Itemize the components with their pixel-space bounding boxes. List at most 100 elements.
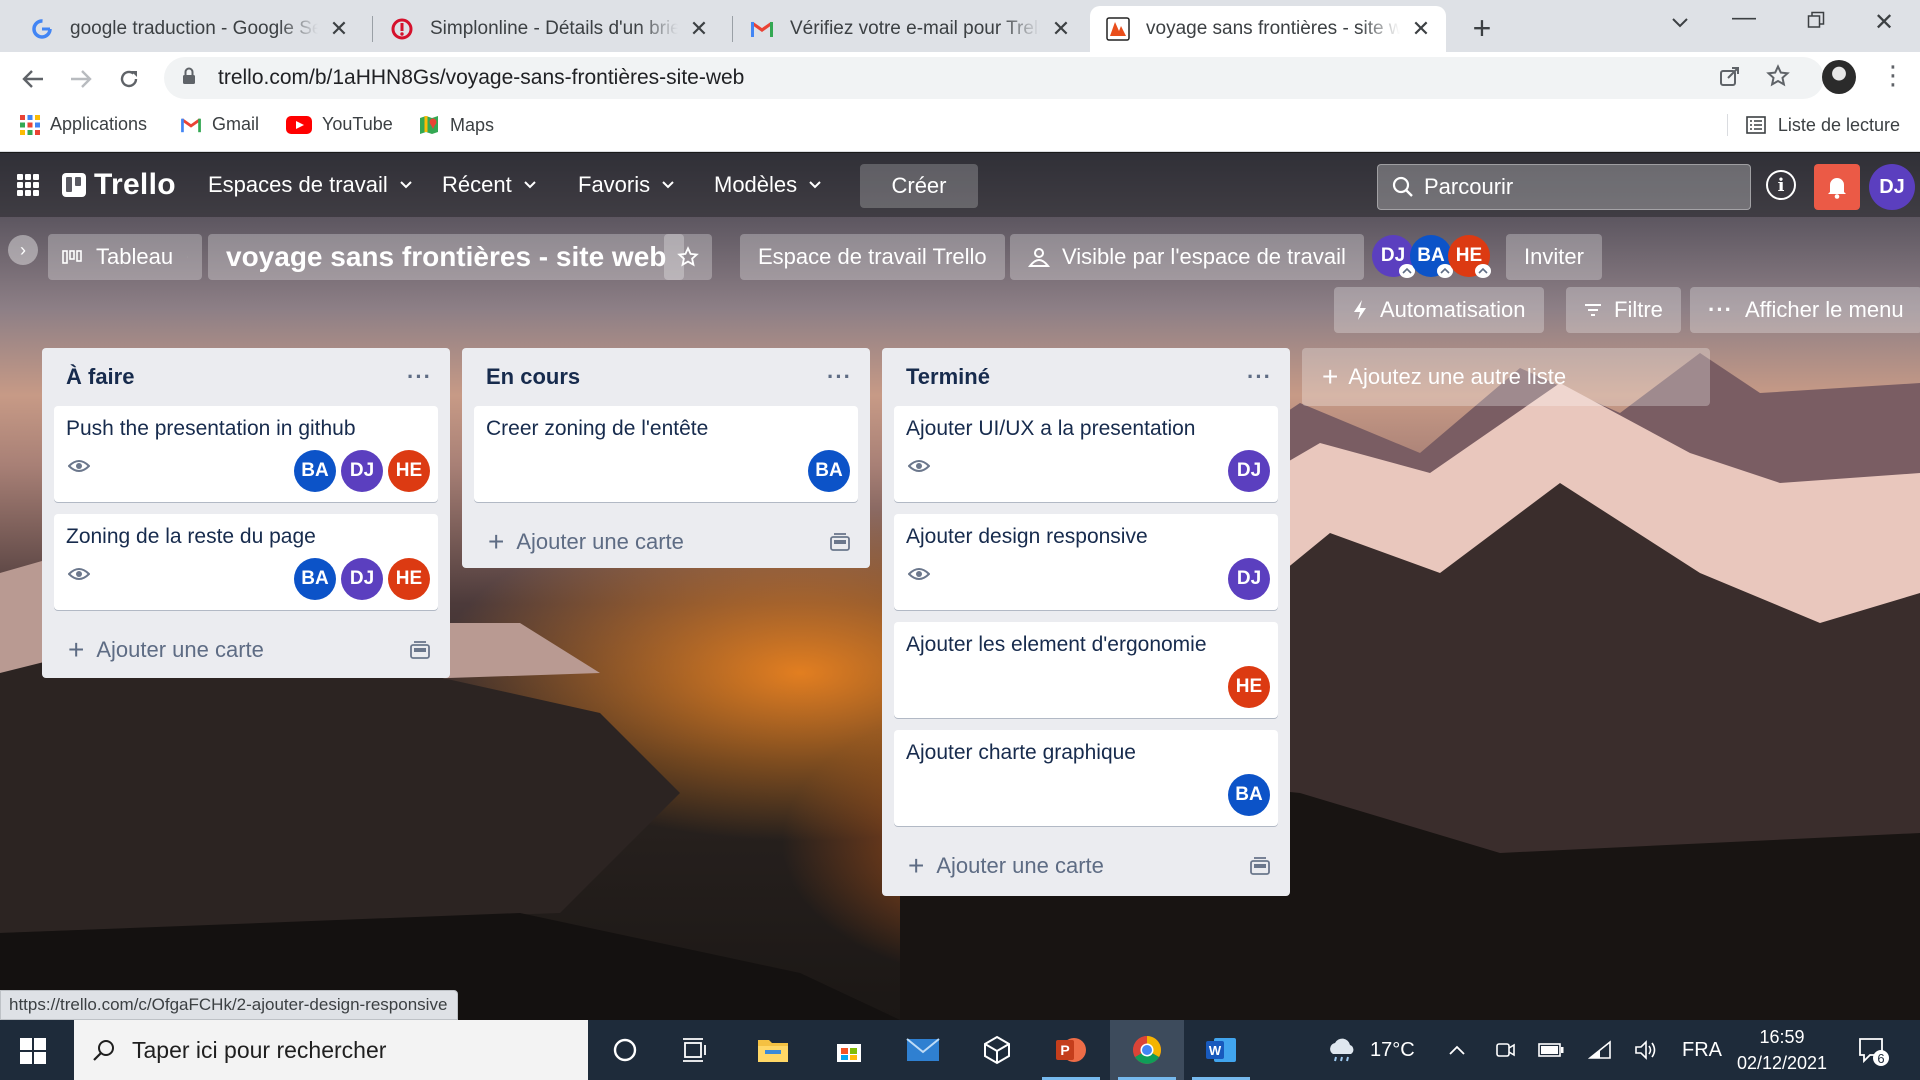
star-board-button[interactable] [664,234,712,280]
list-actions-icon[interactable]: ··· [1247,364,1272,390]
list-header[interactable]: En cours ··· [462,348,870,406]
taskbar-search-input[interactable]: Taper ici pour rechercher [74,1020,588,1080]
member-avatar[interactable]: DJ [1372,235,1415,278]
chrome-icon[interactable] [1110,1020,1184,1080]
card[interactable]: Ajouter les element d'ergonomie HE [894,622,1278,718]
card-template-icon[interactable] [410,641,430,659]
tab-google-search[interactable]: google traduction - Google Search ✕ [14,6,364,52]
close-icon[interactable]: ✕ [1410,16,1432,42]
menu-templates[interactable]: Modèles [714,168,821,202]
member-avatar[interactable]: HE [388,558,430,600]
member-avatar[interactable]: BA [808,450,850,492]
mail-icon[interactable] [886,1020,960,1080]
menu-workspaces[interactable]: Espaces de travail [208,168,412,202]
board-view-switcher[interactable]: Tableau [48,234,202,280]
member-avatar[interactable]: DJ [341,558,383,600]
powerpoint-icon[interactable]: P [1034,1020,1108,1080]
chrome-menu-icon[interactable]: ⋮ [1880,60,1906,91]
microsoft-store-icon[interactable] [812,1020,886,1080]
share-icon[interactable] [1718,64,1742,95]
show-hidden-icons-chevron-icon[interactable] [1448,1020,1466,1080]
workspace-button[interactable]: Espace de travail Trello [740,234,1005,280]
volume-icon[interactable] [1634,1020,1658,1080]
member-avatar[interactable]: BA [1410,235,1453,278]
reload-button[interactable] [110,60,148,98]
app-cube-icon[interactable] [960,1020,1034,1080]
list-header[interactable]: Terminé ··· [882,348,1290,406]
member-avatar[interactable]: DJ [1228,450,1270,492]
bookmark-applications[interactable]: Applications [20,114,147,135]
card[interactable]: Creer zoning de l'entête BA [474,406,858,502]
list-actions-icon[interactable]: ··· [827,364,852,390]
card[interactable]: Zoning de la reste du page BA DJ HE [54,514,438,610]
sidebar-expand-button[interactable]: › [8,235,38,265]
action-center-icon[interactable]: 6 [1856,1034,1890,1068]
member-avatar[interactable]: HE [1448,235,1491,278]
bookmark-maps[interactable]: Maps [418,114,494,136]
card-template-icon[interactable] [1250,857,1270,875]
tab-gmail[interactable]: Vérifiez votre e-mail pour Trello - ✕ [734,6,1086,52]
member-avatar[interactable]: DJ [341,450,383,492]
back-button[interactable] [14,60,52,98]
wifi-icon[interactable] [1588,1020,1612,1080]
create-button[interactable]: Créer [860,164,978,208]
member-avatar[interactable]: DJ [1228,558,1270,600]
profile-avatar[interactable] [1822,60,1856,94]
bookmark-star-icon[interactable] [1766,64,1790,95]
bookmark-gmail[interactable]: Gmail [180,114,259,135]
filter-button[interactable]: Filtre [1566,287,1681,333]
tab-trello-board[interactable]: voyage sans frontières - site web ✕ [1090,6,1446,52]
list-header[interactable]: À faire ··· [42,348,450,406]
member-avatar[interactable]: BA [1228,774,1270,816]
member-avatar[interactable]: BA [294,450,336,492]
menu-recent[interactable]: Récent [442,168,536,202]
member-avatar[interactable]: BA [294,558,336,600]
add-card-button[interactable]: + Ajouter une carte [882,838,1290,894]
cortana-icon[interactable] [588,1020,662,1080]
card[interactable]: Ajouter charte graphique BA [894,730,1278,826]
close-icon[interactable]: ✕ [1050,16,1072,42]
add-card-button[interactable]: + Ajouter une carte [42,622,450,678]
word-icon[interactable]: W [1184,1020,1258,1080]
board-title[interactable]: voyage sans frontières - site web [208,234,685,280]
search-input[interactable]: Parcourir [1377,164,1751,210]
minimize-button[interactable]: — [1724,4,1764,32]
weather-widget[interactable]: 17°C [1326,1020,1415,1080]
add-list-button[interactable]: + Ajoutez une autre liste [1302,348,1710,406]
task-view-icon[interactable] [658,1020,732,1080]
account-avatar[interactable]: DJ [1869,164,1915,210]
close-icon[interactable]: ✕ [328,16,350,42]
card[interactable]: Ajouter design responsive DJ [894,514,1278,610]
bookmark-youtube[interactable]: YouTube [286,114,393,135]
automation-button[interactable]: Automatisation [1334,287,1544,333]
card-template-icon[interactable] [830,533,850,551]
add-card-button[interactable]: + Ajouter une carte [462,514,870,570]
card[interactable]: Ajouter UI/UX a la presentation DJ [894,406,1278,502]
close-icon[interactable]: ✕ [688,16,710,42]
address-bar[interactable]: trello.com/b/1aHHN8Gs/voyage-sans-fronti… [164,57,1824,99]
app-switcher-icon[interactable] [17,174,39,196]
list-actions-icon[interactable]: ··· [407,364,432,390]
reading-list-button[interactable]: Liste de lecture [1726,114,1900,136]
menu-favorites[interactable]: Favoris [578,168,674,202]
close-window-button[interactable]: ✕ [1864,8,1904,37]
new-tab-button[interactable]: + [1462,10,1502,47]
show-menu-button[interactable]: ··· Afficher le menu [1690,287,1920,333]
visibility-button[interactable]: Visible par l'espace de travail [1010,234,1364,280]
battery-icon[interactable] [1538,1020,1564,1080]
forward-button[interactable] [62,60,100,98]
tab-simplonline[interactable]: Simplonline - Détails d'un brief ✕ [374,6,724,52]
invite-button[interactable]: Inviter [1506,234,1602,280]
notifications-button[interactable] [1814,164,1860,210]
member-avatar[interactable]: HE [388,450,430,492]
restore-button[interactable] [1796,8,1836,36]
meet-now-icon[interactable] [1494,1020,1516,1080]
member-avatar[interactable]: HE [1228,666,1270,708]
windows-start-icon[interactable] [20,1038,46,1064]
card[interactable]: Push the presentation in github BA DJ HE [54,406,438,502]
trello-logo[interactable]: Trello [62,168,176,202]
info-icon[interactable]: i [1766,170,1796,200]
file-explorer-icon[interactable] [736,1020,810,1080]
tab-search-chevron-icon[interactable] [1660,8,1700,36]
input-language[interactable]: FRA [1682,1020,1722,1080]
